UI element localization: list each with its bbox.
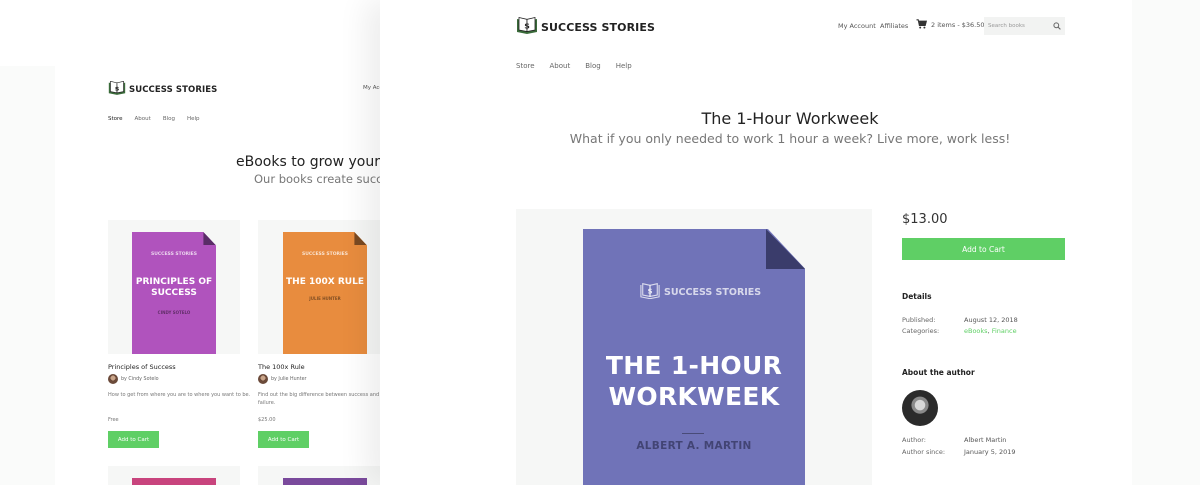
book-cover-principles[interactable]: SUCCESS STORIES PRINCIPLES OF SUCCESS CI… xyxy=(132,232,216,354)
published-label: Published: xyxy=(902,316,936,324)
cover-title: THE 100X RULE xyxy=(286,277,364,287)
svg-text:$: $ xyxy=(524,22,530,31)
product-author: by Julie Hunter xyxy=(258,374,307,384)
add-to-cart-button[interactable]: Add to Cart xyxy=(108,431,159,448)
bg-nav-blog[interactable]: Blog xyxy=(163,116,175,122)
svg-text:$: $ xyxy=(647,287,652,296)
cover-divider xyxy=(682,433,704,434)
author-since-value: January 5, 2019 xyxy=(964,448,1016,456)
bg-nav-about[interactable]: About xyxy=(135,116,151,122)
product-description: Find out the big difference between succ… xyxy=(258,392,380,406)
product-price: $13.00 xyxy=(902,212,948,227)
search-box xyxy=(984,17,1065,35)
avatar xyxy=(258,374,268,384)
affiliates-link[interactable]: Affiliates xyxy=(880,22,908,30)
bg-nav-help[interactable]: Help xyxy=(187,116,200,122)
add-to-cart-button[interactable]: Add to Cart xyxy=(258,431,309,448)
main-nav: Store About Blog Help xyxy=(516,62,632,70)
book-dollar-icon: $ xyxy=(108,80,126,99)
published-value: August 12, 2018 xyxy=(964,316,1018,324)
page-subtitle: What if you only needed to work 1 hour a… xyxy=(569,131,1011,146)
my-account-link[interactable]: My Account xyxy=(838,22,876,30)
page-margin xyxy=(1132,0,1200,485)
bg-nav-store[interactable]: Store xyxy=(108,116,123,122)
search-icon[interactable] xyxy=(1053,22,1061,30)
svg-text:$: $ xyxy=(115,84,120,92)
about-author-heading: About the author xyxy=(902,368,975,377)
book-cover-partial xyxy=(132,478,216,485)
categories-value: eBooks, Finance xyxy=(964,327,1017,335)
cover-brand: SUCCESS STORIES xyxy=(301,252,348,257)
brand-name: SUCCESS STORIES xyxy=(129,84,218,95)
details-heading: Details xyxy=(902,292,932,301)
nav-store[interactable]: Store xyxy=(516,62,535,70)
cover-brand-name: SUCCESS STORIES xyxy=(664,286,762,298)
page-title: The 1-Hour Workweek xyxy=(701,109,879,128)
book-dollar-icon: $ xyxy=(640,282,660,302)
product-title[interactable]: Principles of Success xyxy=(108,363,176,371)
avatar xyxy=(108,374,118,384)
cart-summary: 2 items - $36.50 xyxy=(931,21,985,29)
bg-main-nav: Store About Blog Help xyxy=(108,116,200,122)
author-since-label: Author since: xyxy=(902,448,946,456)
nav-blog[interactable]: Blog xyxy=(585,62,600,70)
author-value: Albert Martin xyxy=(964,436,1007,444)
product-author: by Cindy Sotelo xyxy=(108,374,159,384)
brand-name: SUCCESS STORIES xyxy=(541,20,655,34)
author-label: Author: xyxy=(902,436,926,444)
product-price: Free xyxy=(108,417,119,423)
site-logo[interactable]: $ SUCCESS STORIES xyxy=(516,16,655,38)
cover-brand: $ SUCCESS STORIES xyxy=(640,282,761,302)
nav-about[interactable]: About xyxy=(550,62,571,70)
search-input[interactable] xyxy=(988,23,1050,29)
product-by-label: by Cindy Sotelo xyxy=(121,376,159,382)
cover-author: JULIE HUNTER xyxy=(309,296,341,301)
product-price: $25.00 xyxy=(258,417,276,423)
cart-link[interactable]: 2 items - $36.50 xyxy=(916,19,985,31)
product-title[interactable]: The 100x Rule xyxy=(258,363,305,371)
bg-logo[interactable]: $ SUCCESS STORIES xyxy=(108,80,217,99)
add-to-cart-button[interactable]: Add to Cart xyxy=(902,238,1065,260)
cover-brand: SUCCESS STORIES xyxy=(150,252,197,257)
nav-help[interactable]: Help xyxy=(616,62,632,70)
cover-author: CINDY SOTELO xyxy=(157,310,191,315)
author-avatar xyxy=(902,390,938,426)
cover-title: THE 1-HOUR WORKWEEK xyxy=(605,351,783,411)
product-description: How to get from where you are to where y… xyxy=(108,392,251,398)
cover-title: PRINCIPLES OF SUCCESS xyxy=(135,277,213,298)
product-by-label: by Julie Hunter xyxy=(271,376,307,382)
category-link-ebooks[interactable]: eBooks xyxy=(964,327,988,335)
shopping-cart-icon xyxy=(916,19,928,31)
book-cover-100x-rule[interactable]: SUCCESS STORIES THE 100X RULE JULIE HUNT… xyxy=(283,232,367,354)
categories-label: Categories: xyxy=(902,327,940,335)
book-dollar-icon: $ xyxy=(516,16,538,38)
book-cover-partial xyxy=(283,478,367,485)
category-link-finance[interactable]: Finance xyxy=(992,327,1017,335)
cover-author: ALBERT A. MARTIN xyxy=(636,440,752,452)
